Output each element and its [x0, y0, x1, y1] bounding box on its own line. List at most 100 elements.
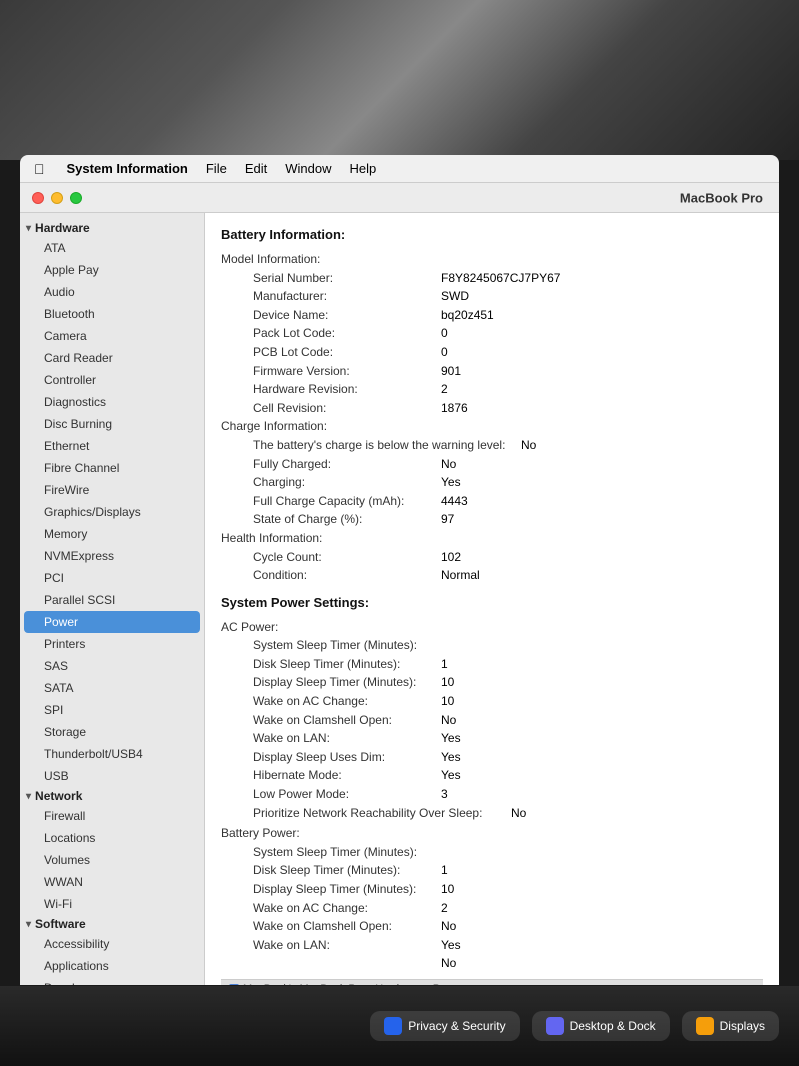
charging-label: Charging: — [221, 473, 441, 492]
sidebar-item-usb[interactable]: USB — [20, 765, 204, 787]
sidebar-item-ata[interactable]: ATA — [20, 237, 204, 259]
sidebar-item-storage[interactable]: Storage — [20, 721, 204, 743]
sidebar-item-memory[interactable]: Memory — [20, 523, 204, 545]
menu-file[interactable]: File — [206, 161, 227, 176]
battery-power-label: Battery Power: — [221, 824, 441, 843]
state-of-charge-label: State of Charge (%): — [221, 510, 441, 529]
state-of-charge-value: 97 — [441, 510, 454, 529]
hibernate-value: Yes — [441, 766, 461, 785]
photo-background — [0, 0, 799, 160]
menu-window[interactable]: Window — [285, 161, 331, 176]
sidebar-item-sata[interactable]: SATA — [20, 677, 204, 699]
sidebar-item-audio[interactable]: Audio — [20, 281, 204, 303]
sidebar-item-applepay[interactable]: Apple Pay — [20, 259, 204, 281]
sidebar-item-wifi[interactable]: Wi-Fi — [20, 893, 204, 915]
wake-ac-label: Wake on AC Change: — [221, 692, 441, 711]
sidebar-item-camera[interactable]: Camera — [20, 325, 204, 347]
ac-power-label: AC Power: — [221, 618, 441, 637]
sidebar-item-fibrechannel[interactable]: Fibre Channel — [20, 457, 204, 479]
display-sleep-label: Display Sleep Timer (Minutes): — [221, 673, 441, 692]
fully-charged-label: Fully Charged: — [221, 455, 441, 474]
sidebar-item-nvmexpress[interactable]: NVMExpress — [20, 545, 204, 567]
hardware-section-header[interactable]: ▾ Hardware — [20, 219, 204, 237]
sidebar-item-volumes[interactable]: Volumes — [20, 849, 204, 871]
breadcrumb-text: MacBook's MacBook Pro › Hardware › Power — [243, 983, 464, 985]
sidebar-item-firewall[interactable]: Firewall — [20, 805, 204, 827]
sidebar-item-bluetooth[interactable]: Bluetooth — [20, 303, 204, 325]
condition-label: Condition: — [221, 566, 441, 585]
b-disk-sleep-label: Disk Sleep Timer (Minutes): — [221, 861, 441, 880]
close-button[interactable] — [32, 192, 44, 204]
network-section-header[interactable]: ▾ Network — [20, 787, 204, 805]
device-name-label: Device Name: — [221, 306, 441, 325]
manufacturer-label: Manufacturer: — [221, 287, 441, 306]
sidebar-item-sas[interactable]: SAS — [20, 655, 204, 677]
bottom-dock-area: Privacy & Security Desktop & Dock Displa… — [0, 986, 799, 1066]
sidebar-item-spi[interactable]: SPI — [20, 699, 204, 721]
sidebar-item-cardreader[interactable]: Card Reader — [20, 347, 204, 369]
hardware-rev-label: Hardware Revision: — [221, 380, 441, 399]
warning-value: No — [521, 436, 536, 455]
sidebar-item-applications[interactable]: Applications — [20, 955, 204, 977]
sidebar-item-locations[interactable]: Locations — [20, 827, 204, 849]
prioritize-label: Prioritize Network Reachability Over Sle… — [221, 804, 511, 823]
pack-lot-value: 0 — [441, 324, 448, 343]
sidebar-item-diagnostics[interactable]: Diagnostics — [20, 391, 204, 413]
minimize-button[interactable] — [51, 192, 63, 204]
low-power-label: Low Power Mode: — [221, 785, 441, 804]
health-info-label: Health Information: — [221, 529, 441, 548]
b-extra-value: No — [441, 954, 456, 973]
power-section-title: System Power Settings: — [221, 595, 763, 610]
menu-edit[interactable]: Edit — [245, 161, 267, 176]
sidebar-item-parallelscsi[interactable]: Parallel SCSI — [20, 589, 204, 611]
b-display-sleep-label: Display Sleep Timer (Minutes): — [221, 880, 441, 899]
battery-section-title: Battery Information: — [221, 227, 763, 242]
menu-help[interactable]: Help — [349, 161, 376, 176]
full-charge-label: Full Charge Capacity (mAh): — [221, 492, 441, 511]
sidebar-item-firewire[interactable]: FireWire — [20, 479, 204, 501]
sidebar-item-ethernet[interactable]: Ethernet — [20, 435, 204, 457]
cell-rev-label: Cell Revision: — [221, 399, 441, 418]
warning-label: The battery's charge is below the warnin… — [221, 436, 521, 455]
displays-icon — [696, 1017, 714, 1035]
app-name-menu[interactable]: System Information — [67, 161, 188, 176]
b-system-sleep-label: System Sleep Timer (Minutes): — [221, 843, 441, 862]
sidebar-item-power[interactable]: Power — [24, 611, 200, 633]
dock-item-displays-label: Displays — [720, 1019, 765, 1033]
dock-item-desktop[interactable]: Desktop & Dock — [532, 1011, 670, 1041]
wake-clamshell-value: No — [441, 711, 456, 730]
sidebar-item-graphics[interactable]: Graphics/Displays — [20, 501, 204, 523]
firmware-value: 901 — [441, 362, 461, 381]
dock-item-privacy[interactable]: Privacy & Security — [370, 1011, 519, 1041]
cycle-count-value: 102 — [441, 548, 461, 567]
apple-logo-icon:  — [34, 161, 45, 177]
b-wake-clamshell-value: No — [441, 917, 456, 936]
dock-item-displays[interactable]: Displays — [682, 1011, 779, 1041]
fully-charged-value: No — [441, 455, 456, 474]
menubar:  System Information File Edit Window He… — [20, 155, 779, 183]
software-section-header[interactable]: ▾ Software — [20, 915, 204, 933]
b-disk-sleep-value: 1 — [441, 861, 448, 880]
sidebar-item-accessibility[interactable]: Accessibility — [20, 933, 204, 955]
b-wake-lan-value: Yes — [441, 936, 461, 955]
hardware-rev-value: 2 — [441, 380, 448, 399]
sidebar-item-pci[interactable]: PCI — [20, 567, 204, 589]
sidebar-item-printers[interactable]: Printers — [20, 633, 204, 655]
breadcrumb-icon — [229, 984, 239, 985]
sidebar-item-thunderbolt[interactable]: Thunderbolt/USB4 — [20, 743, 204, 765]
traffic-lights — [32, 192, 82, 204]
maximize-button[interactable] — [70, 192, 82, 204]
sidebar-item-discburning[interactable]: Disc Burning — [20, 413, 204, 435]
desktop-icon — [546, 1017, 564, 1035]
sidebar-item-developer[interactable]: Developer — [20, 977, 204, 985]
sidebar-item-wwan[interactable]: WWAN — [20, 871, 204, 893]
b-display-sleep-value: 10 — [441, 880, 454, 899]
serial-label: Serial Number: — [221, 269, 441, 288]
low-power-value: 3 — [441, 785, 448, 804]
sidebar-item-controller[interactable]: Controller — [20, 369, 204, 391]
system-sleep-label: System Sleep Timer (Minutes): — [221, 636, 441, 655]
main-content: Battery Information: Model Information: … — [205, 213, 779, 985]
device-name-value: bq20z451 — [441, 306, 494, 325]
power-info-block: AC Power: System Sleep Timer (Minutes): … — [221, 618, 763, 973]
b-wake-ac-value: 2 — [441, 899, 448, 918]
